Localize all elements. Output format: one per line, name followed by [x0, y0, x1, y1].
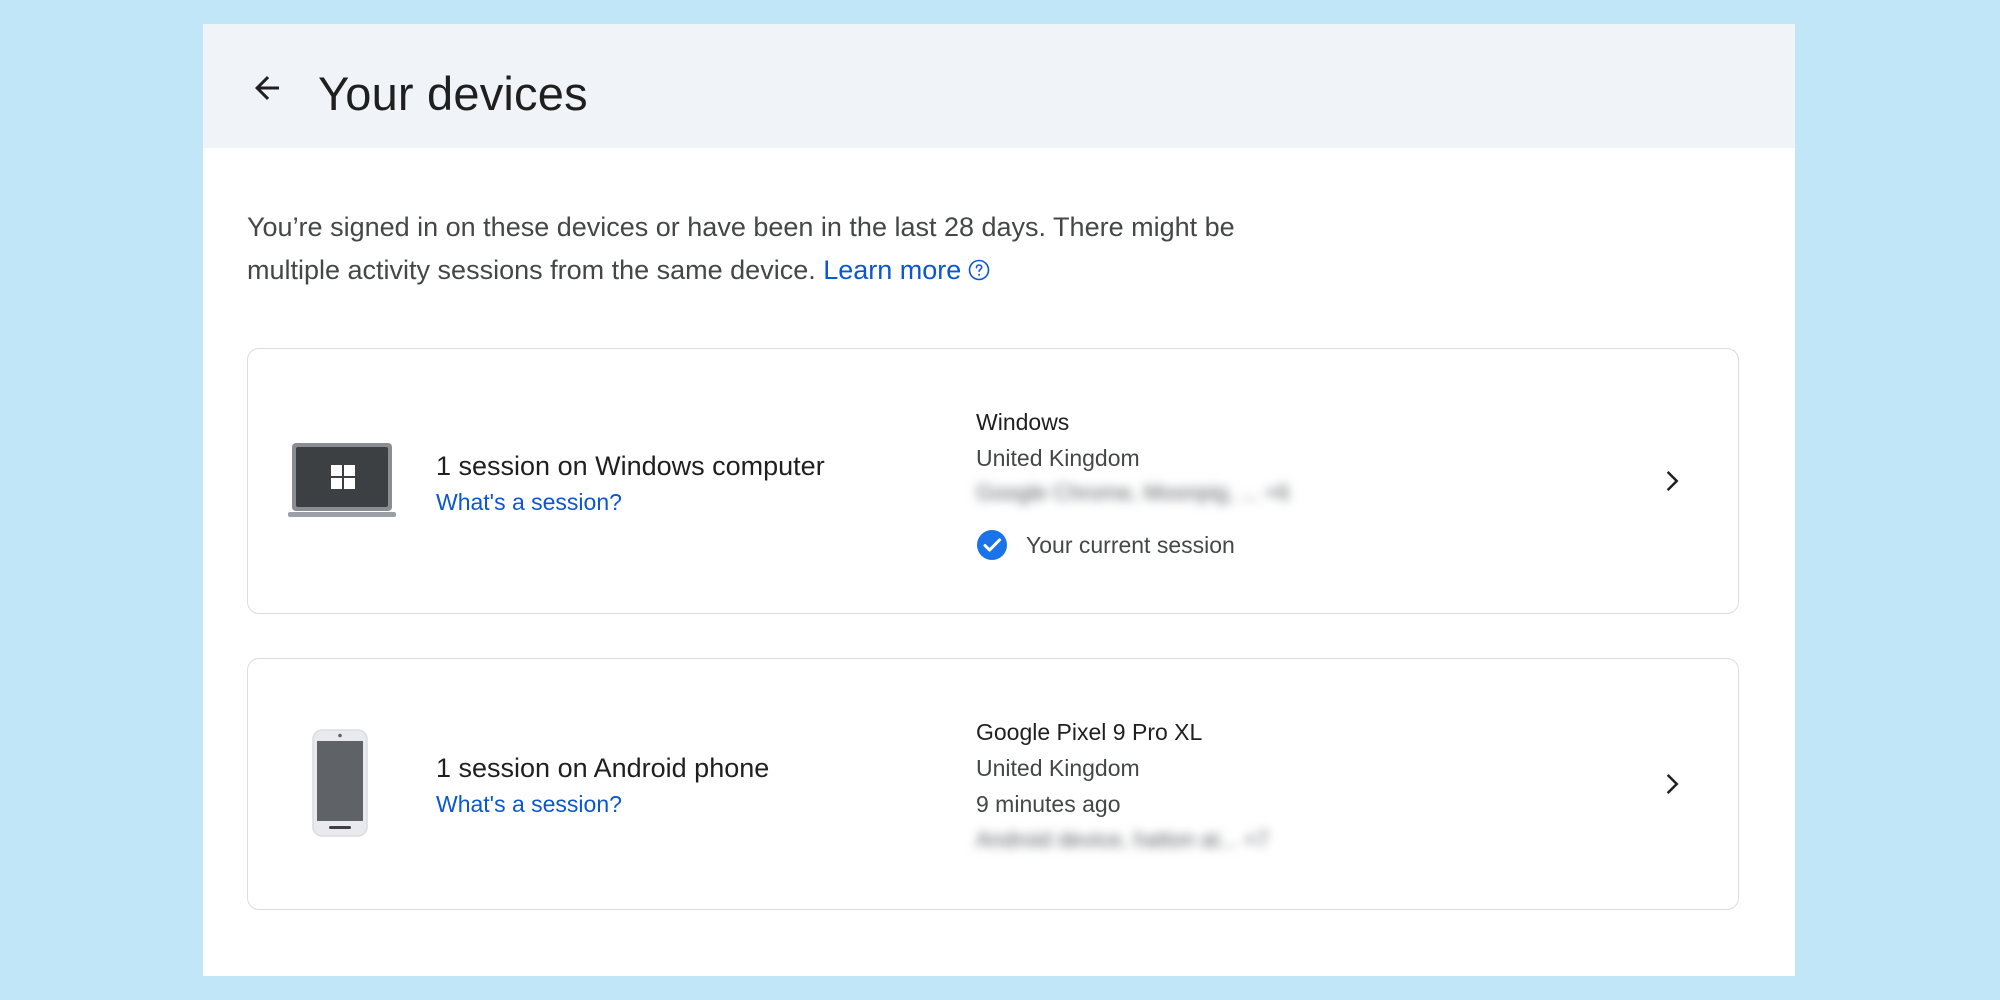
android-phone-icon — [312, 729, 368, 837]
intro-description: You’re signed in on these devices or hav… — [247, 212, 1235, 285]
whats-a-session-link[interactable]: What's a session? — [436, 489, 622, 516]
learn-more-link[interactable]: Learn more — [823, 255, 961, 285]
intro-text: You’re signed in on these devices or hav… — [247, 206, 1247, 292]
whats-a-session-link[interactable]: What's a session? — [436, 791, 622, 818]
last-seen-time: 9 minutes ago — [976, 791, 1121, 817]
device-card-windows[interactable]: 1 session on Windows computer What's a s… — [247, 348, 1739, 614]
page-title: Your devices — [318, 67, 588, 120]
page-header: Your devices — [203, 24, 1795, 148]
device-name: Google Pixel 9 Pro XL — [976, 719, 1203, 745]
current-session-row: Your current session — [976, 529, 1235, 561]
current-session-label: Your current session — [1026, 531, 1235, 558]
device-location: United Kingdom — [976, 755, 1140, 781]
back-button[interactable] — [243, 64, 291, 112]
device-location: United Kingdom — [976, 445, 1140, 471]
blurred-app-info: Android device, hatton at... +7 — [976, 827, 1269, 852]
laptop-windows-icon — [288, 443, 396, 517]
blurred-app-info: Google Chrome, Moonpig, ... +6 — [976, 480, 1290, 505]
session-title: 1 session on Android phone — [436, 753, 770, 783]
arrow-back-icon — [255, 76, 279, 100]
device-card-android[interactable]: 1 session on Android phone What's a sess… — [247, 658, 1739, 910]
device-name: Windows — [976, 409, 1070, 435]
help-circle-icon[interactable] — [967, 258, 991, 282]
chevron-right-icon[interactable] — [1656, 769, 1686, 799]
devices-panel: Your devices You’re signed in on these d… — [203, 24, 1795, 976]
check-circle-icon — [977, 530, 1007, 560]
chevron-right-icon[interactable] — [1656, 466, 1686, 496]
session-title: 1 session on Windows computer — [436, 451, 825, 481]
